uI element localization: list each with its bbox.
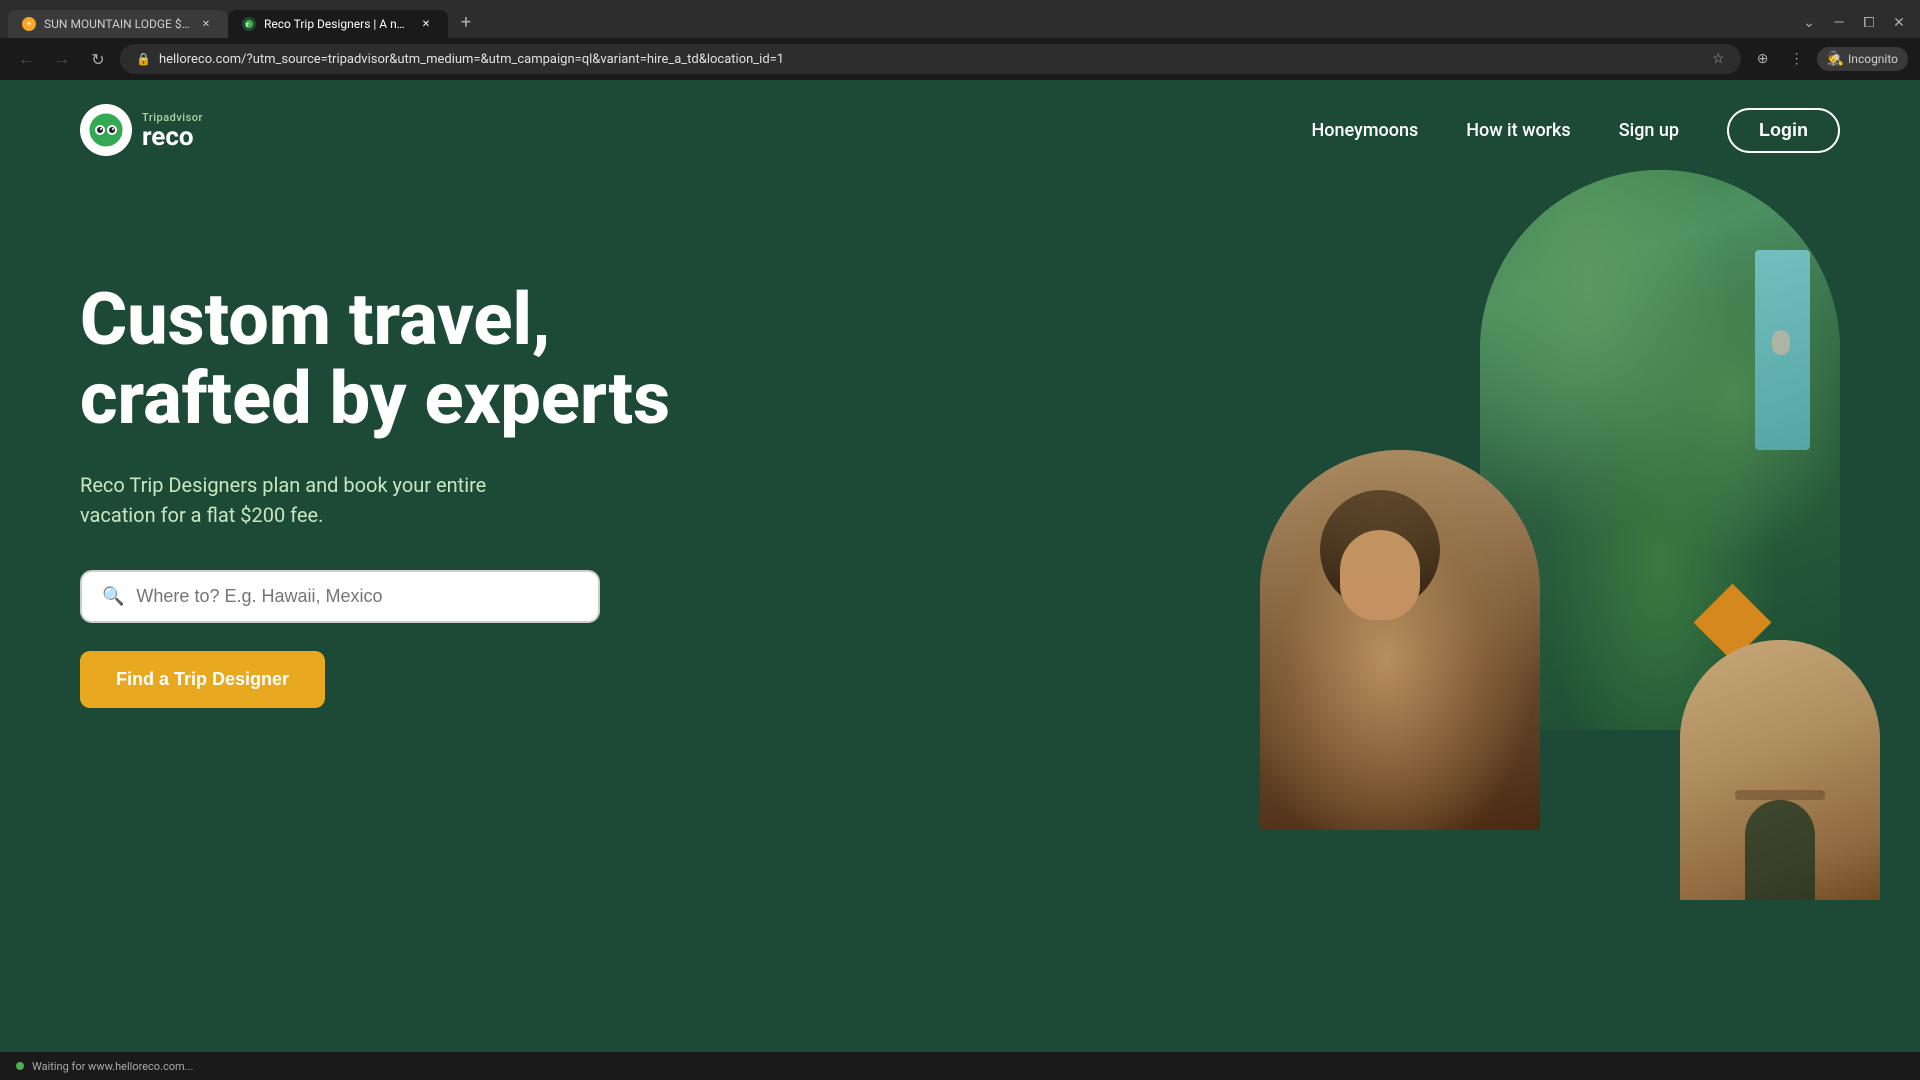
destination-search-input[interactable] (136, 586, 578, 607)
url-text: helloreco.com/?utm_source=tripadvisor&ut… (159, 52, 1704, 67)
minimize-button[interactable]: — (1826, 10, 1852, 36)
logo-reco-label: reco (142, 124, 203, 150)
back-button[interactable]: ← (12, 45, 40, 73)
tab-title-sun-mountain: SUN MOUNTAIN LODGE $146 ... (44, 17, 190, 31)
hero-content: Custom travel, crafted by experts Reco T… (80, 220, 780, 708)
site-logo[interactable]: Tripadvisor reco (80, 104, 203, 156)
browser-menu-icon[interactable]: ⋮ (1783, 45, 1811, 73)
toolbar-right: ⊕ ⋮ 🕵 Incognito (1749, 45, 1908, 73)
browser-chrome: ☀ SUN MOUNTAIN LODGE $146 ... ✕ r Reco T… (0, 0, 1920, 80)
tab-reco[interactable]: r Reco Trip Designers | A new kin... ✕ (228, 10, 448, 38)
tab-sun-mountain[interactable]: ☀ SUN MOUNTAIN LODGE $146 ... ✕ (8, 10, 228, 38)
hero-images (1220, 150, 1920, 930)
site-nav: Tripadvisor reco Honeymoons How it works… (0, 80, 1920, 180)
tab-close-sun-mountain[interactable]: ✕ (198, 16, 214, 32)
find-trip-designer-button[interactable]: Find a Trip Designer (80, 651, 325, 708)
status-text: Waiting for www.helloreco.com... (32, 1060, 193, 1073)
forward-button[interactable]: → (48, 45, 76, 73)
hero-image-moroccan-arch (1680, 640, 1880, 900)
search-bar[interactable]: 🔍 (80, 570, 600, 623)
tab-dropdown-button[interactable]: ⌄ (1796, 10, 1822, 36)
reload-button[interactable]: ↻ (84, 45, 112, 73)
nav-honeymoons[interactable]: Honeymoons (1312, 120, 1419, 141)
search-icon: 🔍 (102, 586, 124, 607)
close-window-button[interactable]: ✕ (1886, 10, 1912, 36)
hero-title-line1: Custom travel, (80, 277, 550, 362)
lock-icon: 🔒 (136, 52, 151, 66)
tab-favicon-reco: r (242, 17, 256, 31)
tab-close-reco[interactable]: ✕ (418, 16, 434, 32)
hero-title: Custom travel, crafted by experts (80, 280, 780, 438)
svg-text:r: r (246, 21, 249, 29)
bookmark-icon[interactable]: ☆ (1712, 51, 1725, 67)
tab-favicon-sun: ☀ (22, 17, 36, 31)
address-bar[interactable]: 🔒 helloreco.com/?utm_source=tripadvisor&… (120, 44, 1741, 74)
logo-text: Tripadvisor reco (142, 111, 203, 150)
nav-how-it-works[interactable]: How it works (1466, 120, 1570, 141)
new-tab-button[interactable]: + (452, 8, 480, 36)
extension-icon[interactable]: ⊕ (1749, 45, 1777, 73)
hero-title-line2: crafted by experts (80, 356, 670, 441)
website-content: Tripadvisor reco Honeymoons How it works… (0, 80, 1920, 1052)
hero-subtitle: Reco Trip Designers plan and book your e… (80, 470, 560, 530)
nav-links: Honeymoons How it works Sign up Login (1312, 108, 1841, 153)
maximize-button[interactable]: ⧠ (1856, 10, 1882, 36)
status-bar: Waiting for www.helloreco.com... (0, 1052, 1920, 1080)
hero-section: Custom travel, crafted by experts Reco T… (0, 180, 1920, 708)
tab-title-reco: Reco Trip Designers | A new kin... (264, 17, 410, 31)
hero-image-person-arch (1260, 450, 1540, 830)
login-button[interactable]: Login (1727, 108, 1840, 153)
incognito-badge[interactable]: 🕵 Incognito (1817, 47, 1908, 71)
status-indicator (16, 1062, 24, 1070)
nav-signup[interactable]: Sign up (1619, 120, 1679, 141)
address-bar-row: ← → ↻ 🔒 helloreco.com/?utm_source=tripad… (0, 38, 1920, 80)
logo-icon (80, 104, 132, 156)
